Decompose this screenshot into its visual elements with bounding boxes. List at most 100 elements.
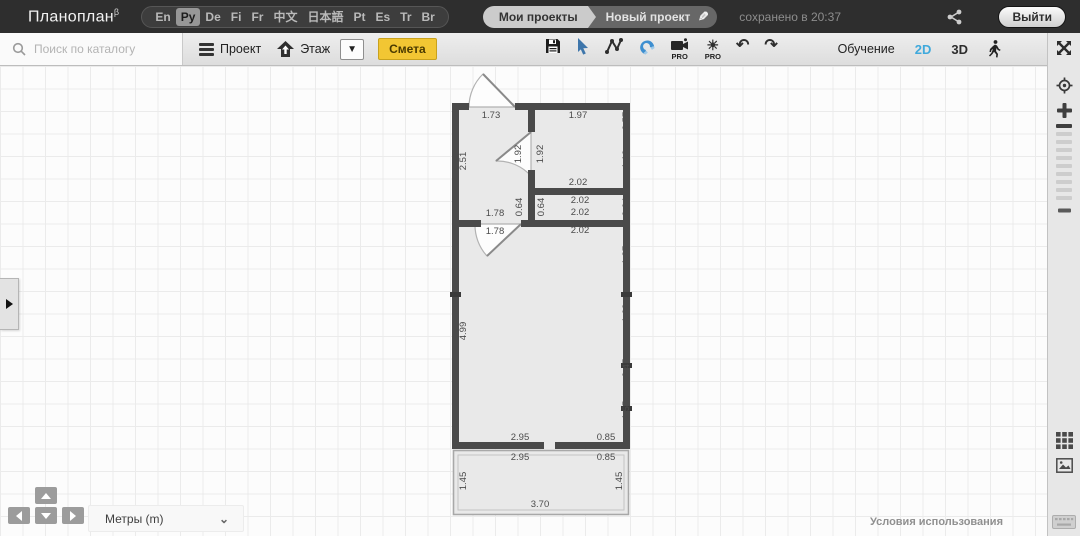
view-controls: Обучение 2D 3D [838, 40, 1047, 58]
floppy-icon [545, 38, 561, 54]
catalog-search[interactable] [0, 33, 183, 65]
language-option[interactable]: De [200, 8, 225, 26]
materials-tool-button[interactable] [638, 38, 655, 55]
training-link[interactable]: Обучение [838, 42, 895, 56]
dimension-label: 0.57 [621, 112, 632, 131]
dimension-label: 1.45 [458, 472, 469, 491]
units-dropdown[interactable]: Метры (m) ⌄ [88, 505, 244, 532]
zoom-level-bar[interactable] [1056, 140, 1072, 144]
hotkeys-button[interactable] [1052, 515, 1076, 529]
background-image-button[interactable] [1056, 458, 1073, 473]
tool-icons-group: PRO ☀ PRO ↶ ↷ [545, 38, 778, 61]
down-arrow-icon [41, 513, 51, 519]
right-sidebar [1047, 33, 1080, 536]
pan-up-button[interactable] [35, 487, 57, 504]
language-option[interactable]: 日本語 [302, 6, 348, 27]
dimension-label: 1.78 [486, 208, 505, 219]
fullscreen-icon [1056, 40, 1072, 56]
language-option[interactable]: Fr [246, 8, 268, 26]
pan-right-button[interactable] [62, 507, 84, 524]
minus-icon [1058, 208, 1071, 213]
dimension-label: 0.64 [621, 198, 632, 217]
redo-icon: ↷ [764, 38, 777, 54]
zoom-level-bar[interactable] [1056, 180, 1072, 184]
project-breadcrumb: Мои проекты Новый проект ✎ [483, 6, 717, 28]
image-icon [1056, 458, 1073, 473]
zoom-level-bar[interactable] [1056, 164, 1072, 168]
edit-pencil-icon[interactable]: ✎ [698, 9, 709, 25]
keyboard-icon [1052, 515, 1076, 529]
catalog-expand-tab[interactable] [0, 278, 19, 330]
render-tool-button[interactable]: PRO [670, 38, 690, 61]
expand-right-icon [6, 299, 13, 309]
zoom-level-bar[interactable] [1056, 156, 1072, 160]
zoom-level-bar[interactable] [1056, 172, 1072, 176]
language-option[interactable]: Es [370, 8, 395, 26]
zoom-level-bar[interactable] [1056, 124, 1072, 128]
magnet-icon [638, 38, 655, 55]
search-input[interactable] [34, 42, 174, 56]
entrance-door-arc [469, 74, 515, 107]
dimension-label: 4.99 [458, 322, 469, 341]
dimension-label: 1.73 [482, 110, 501, 121]
beta-badge: β [114, 7, 119, 17]
dimension-label: 2.51 [458, 152, 469, 171]
estimate-button[interactable]: Смета [378, 38, 437, 60]
floor-dropdown-button[interactable]: ▼ [340, 39, 364, 60]
dropdown-arrow-icon: ▼ [347, 44, 357, 55]
my-projects-button[interactable]: Мои проекты [483, 6, 588, 28]
zoom-out-button[interactable] [1058, 208, 1071, 213]
zoom-level-bar[interactable] [1056, 132, 1072, 136]
pan-left-button[interactable] [8, 507, 30, 524]
floor-menu-button[interactable]: Этаж [277, 41, 330, 57]
zoom-level-bar[interactable] [1056, 188, 1072, 192]
plan-canvas[interactable]: 1.731.970.572.511.921.921.192.020.640.64… [0, 66, 1047, 536]
floor-up-icon [277, 41, 294, 57]
zoom-in-button[interactable] [1057, 103, 1072, 118]
search-icon [12, 42, 26, 56]
terms-link[interactable]: Условия использования [870, 516, 1003, 528]
save-button[interactable] [545, 38, 561, 54]
pan-down-button[interactable] [35, 507, 57, 524]
chevron-down-icon: ⌄ [219, 512, 229, 526]
exit-button[interactable]: Выйти [998, 6, 1066, 28]
zoom-level-bar[interactable] [1056, 148, 1072, 152]
language-switcher: EnРуDeFiFr中文日本語PtEsTrBr [141, 6, 448, 28]
project-menu-button[interactable]: Проект [199, 42, 261, 56]
language-option[interactable]: Pt [348, 8, 370, 26]
project-name[interactable]: Новый проект ✎ [596, 6, 718, 28]
language-option[interactable]: Ру [176, 8, 201, 26]
language-option[interactable]: Fi [226, 8, 247, 26]
language-option[interactable]: Br [417, 8, 440, 26]
lighting-tool-button[interactable]: ☀ PRO [705, 38, 721, 61]
zoom-slider[interactable] [1056, 124, 1072, 200]
dimension-label: 0.64 [536, 198, 547, 217]
floor-plan[interactable]: 1.731.970.572.511.921.921.192.020.640.64… [0, 66, 1047, 536]
dimension-label: 2.02 [571, 207, 590, 218]
redo-button[interactable]: ↷ [764, 38, 777, 54]
mode-3d-button[interactable]: 3D [951, 42, 968, 57]
fullscreen-button[interactable] [1056, 40, 1072, 56]
dimension-label: 1.78 [486, 226, 505, 237]
grid-toggle-button[interactable] [1056, 432, 1073, 449]
walking-person-icon [988, 40, 1001, 58]
language-option[interactable]: 中文 [268, 6, 302, 27]
mode-2d-button[interactable]: 2D [915, 42, 932, 57]
dimension-label: 1.92 [535, 145, 546, 164]
toolbar: Проект Этаж ▼ Смета [0, 33, 1047, 66]
wall-tool-button[interactable] [605, 38, 623, 54]
zoom-level-bar[interactable] [1056, 196, 1072, 200]
breadcrumb-arrow [588, 6, 596, 28]
select-tool-button[interactable] [576, 38, 590, 55]
share-icon[interactable] [946, 8, 964, 26]
language-option[interactable]: Tr [395, 8, 416, 26]
dimension-label: 0.85 [597, 432, 616, 443]
dimension-label: 1.55 [621, 401, 632, 420]
center-view-button[interactable] [1056, 77, 1073, 94]
walkthrough-button[interactable] [988, 40, 1001, 58]
language-option[interactable]: En [150, 8, 175, 26]
undo-button[interactable]: ↶ [736, 38, 749, 54]
polyline-icon [605, 38, 623, 54]
right-arrow-icon [70, 511, 76, 521]
left-arrow-icon [16, 511, 22, 521]
